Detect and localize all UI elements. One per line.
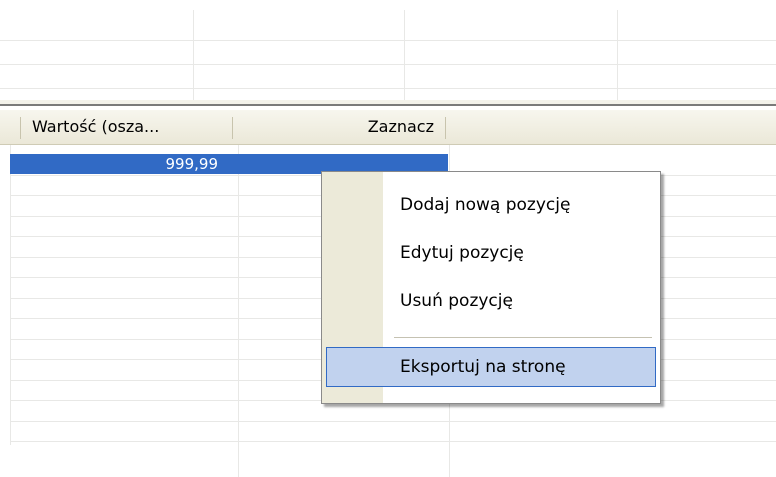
menu-item-delete[interactable]: Usuń pozycję [322, 281, 660, 321]
header-divider[interactable] [232, 117, 233, 139]
menu-item-add[interactable]: Dodaj nową pozycję [322, 185, 660, 225]
menu-item-edit[interactable]: Edytuj pozycję [322, 233, 660, 273]
menu-item-export[interactable]: Eksportuj na stronę [326, 347, 656, 387]
column-header-wartosc[interactable]: Wartość (osza... [22, 110, 232, 144]
screen: Wartość (osza... Zaznacz 999,99 Dodaj no… [0, 0, 776, 477]
context-menu: Dodaj nową pozycję Edytuj pozycję Usuń p… [321, 171, 661, 404]
grid-header: Wartość (osza... Zaznacz [0, 110, 776, 145]
panel-separator-line [0, 104, 776, 106]
header-divider[interactable] [445, 117, 446, 139]
menu-separator [394, 337, 652, 338]
column-header-zaznacz[interactable]: Zaznacz [234, 110, 444, 144]
header-divider[interactable] [20, 117, 21, 139]
cell-wartosc[interactable]: 999,99 [10, 154, 228, 174]
